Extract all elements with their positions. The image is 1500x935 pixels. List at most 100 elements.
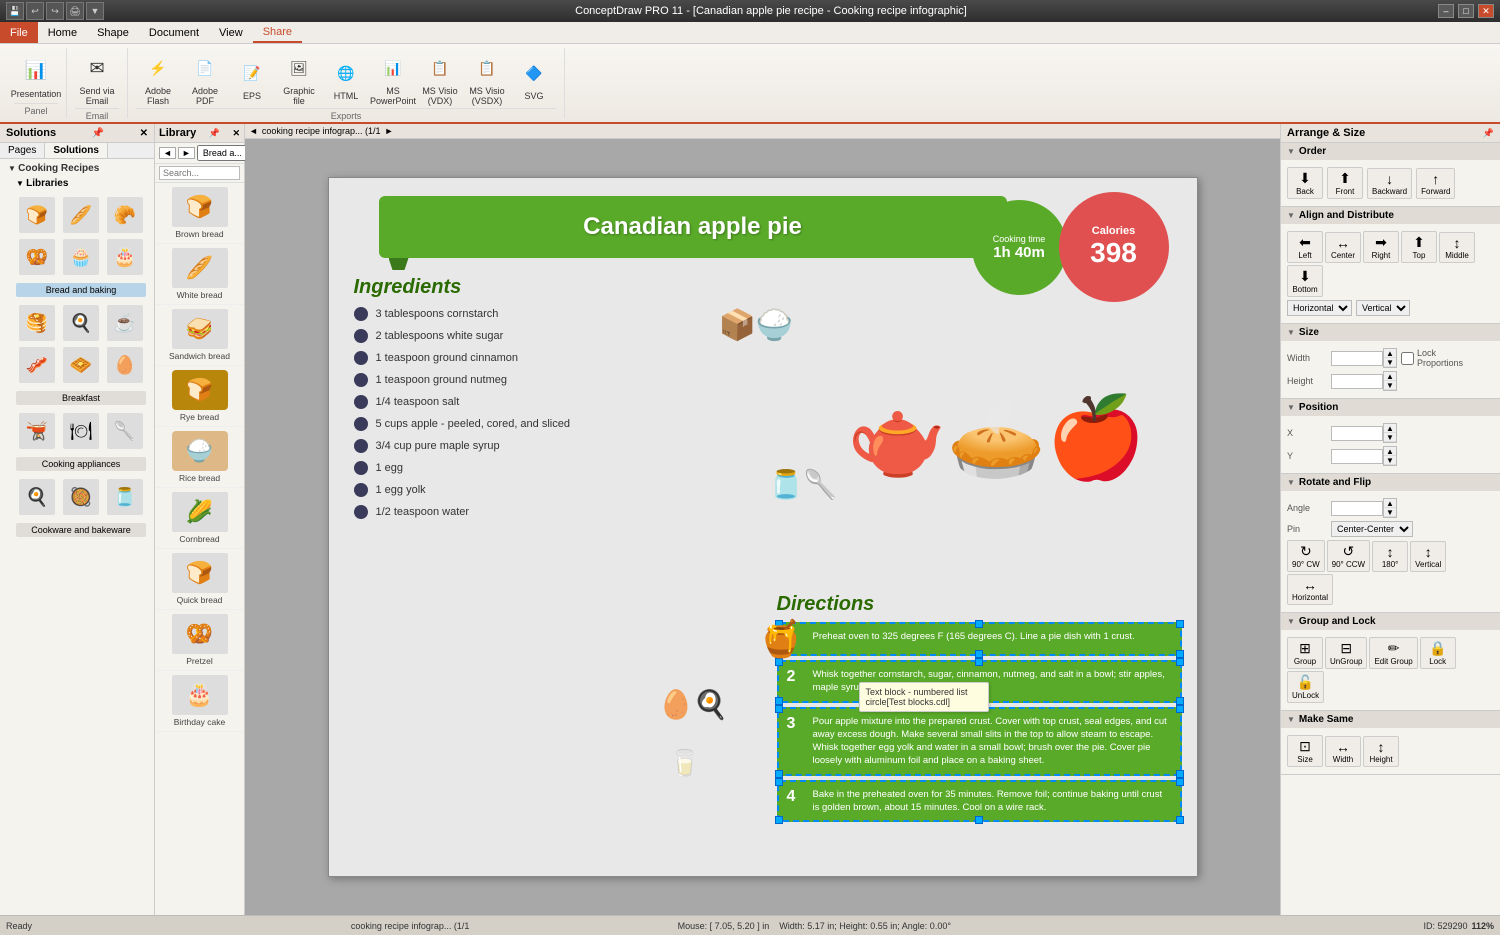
lib-nav-back[interactable]: ◄ — [159, 147, 176, 159]
lib-item-4[interactable]: 🥨 — [16, 237, 58, 277]
solutions-close[interactable]: ✕ — [140, 128, 148, 139]
lib-item-a3[interactable]: 🥄 — [104, 411, 146, 451]
edit-group-btn[interactable]: ✏ Edit Group — [1369, 637, 1417, 669]
ribbon-btn-send-email[interactable]: ✉ Send via Email — [75, 50, 119, 108]
height-spinner[interactable]: ▲▼ — [1383, 371, 1397, 391]
solutions-pin[interactable]: 📌 — [92, 128, 104, 139]
section-appliances[interactable]: Cooking appliances — [16, 457, 146, 471]
lib-item-b1[interactable]: 🥞 — [16, 303, 58, 343]
lib-item-a1[interactable]: 🫕 — [16, 411, 58, 451]
ribbon-btn-eps[interactable]: 📝 EPS — [230, 55, 274, 103]
x-spinner[interactable]: ▲▼ — [1383, 423, 1397, 443]
horizontal-dropdown[interactable]: Horizontal — [1287, 300, 1352, 316]
section-breakfast[interactable]: Breakfast — [16, 391, 146, 405]
width-input[interactable]: 5.17 in — [1331, 351, 1383, 366]
canvas-wrapper[interactable]: Canadian apple pie Cooking time 1h 40m C… — [245, 139, 1280, 915]
lock-proportions-checkbox[interactable] — [1401, 352, 1414, 365]
canvas-nav-prev[interactable]: ◄ — [249, 126, 258, 136]
lib-item-2[interactable]: 🥖 — [60, 195, 102, 235]
menu-view[interactable]: View — [209, 22, 253, 43]
minimize-button[interactable]: – — [1438, 4, 1454, 18]
lib-list-item-cornbread[interactable]: 🌽 Cornbread — [155, 488, 244, 549]
lib-item-b5[interactable]: 🧇 — [60, 345, 102, 385]
pin-dropdown[interactable]: Center-Center — [1331, 521, 1413, 537]
tab-pages[interactable]: Pages — [0, 143, 45, 158]
align-center-btn[interactable]: ↔ Center — [1325, 232, 1361, 263]
y-spinner[interactable]: ▲▼ — [1383, 446, 1397, 466]
order-title[interactable]: Order — [1281, 143, 1500, 160]
lib-item-6[interactable]: 🎂 — [104, 237, 146, 277]
lib-item-a2[interactable]: 🍽 — [60, 411, 102, 451]
align-top-btn[interactable]: ⬆ Top — [1401, 231, 1437, 263]
quick-access-redo[interactable]: ↪ — [46, 2, 64, 20]
make-same-title[interactable]: Make Same — [1281, 711, 1500, 728]
order-backward-btn[interactable]: ↓ Backward — [1367, 168, 1412, 199]
menu-share[interactable]: Share — [253, 22, 302, 43]
make-same-height-btn[interactable]: ↕ Height — [1363, 736, 1399, 767]
direction-item-2[interactable]: 2 Whisk together cornstarch, sugar, cinn… — [777, 660, 1182, 703]
ribbon-btn-graphic[interactable]: 🖼 Graphic file — [277, 50, 321, 108]
section-bread-baking[interactable]: Bread and baking — [16, 283, 146, 297]
unlock-btn[interactable]: 🔓 UnLock — [1287, 671, 1324, 703]
lib-item-b4[interactable]: 🥓 — [16, 345, 58, 385]
ribbon-btn-adobe-pdf[interactable]: 📄 Adobe PDF — [183, 50, 227, 108]
size-title[interactable]: Size — [1281, 324, 1500, 341]
rotate-title[interactable]: Rotate and Flip — [1281, 474, 1500, 491]
lib-item-b6[interactable]: 🥚 — [104, 345, 146, 385]
menu-file[interactable]: File — [0, 22, 38, 43]
flip-horizontal-btn[interactable]: ↔ Horizontal — [1287, 574, 1333, 605]
rotate-180-btn[interactable]: ↕ 180° — [1372, 541, 1408, 572]
angle-spinner[interactable]: ▲▼ — [1383, 498, 1397, 518]
lib-item-3[interactable]: 🥐 — [104, 195, 146, 235]
rotate-90ccw-btn[interactable]: ↺ 90° CCW — [1327, 540, 1370, 572]
align-title[interactable]: Align and Distribute — [1281, 207, 1500, 224]
lib-list-item-pretzel[interactable]: 🥨 Pretzel — [155, 610, 244, 671]
lib-item-c1[interactable]: 🍳 — [16, 477, 58, 517]
restore-button[interactable]: □ — [1458, 4, 1474, 18]
ribbon-btn-svg[interactable]: 🔷 SVG — [512, 55, 556, 103]
make-same-size-btn[interactable]: ⊡ Size — [1287, 735, 1323, 767]
lib-list-item-brown-bread[interactable]: 🍞 Brown bread — [155, 183, 244, 244]
lib-list-item-rye-bread[interactable]: 🍞 Rye bread — [155, 366, 244, 427]
y-input[interactable]: 4.62 in — [1331, 449, 1383, 464]
canvas[interactable]: Canadian apple pie Cooking time 1h 40m C… — [328, 177, 1198, 877]
close-button[interactable]: ✕ — [1478, 4, 1494, 18]
ribbon-btn-html[interactable]: 🌐 HTML — [324, 55, 368, 103]
lib-list-item-birthday-cake[interactable]: 🎂 Birthday cake — [155, 671, 244, 732]
arrange-pin[interactable]: 📌 — [1483, 128, 1494, 139]
lib-item-1[interactable]: 🍞 — [16, 195, 58, 235]
library-close[interactable]: ✕ — [232, 128, 240, 139]
flip-vertical-btn[interactable]: ↕ Vertical — [1410, 541, 1446, 572]
lib-list-item-rice-bread[interactable]: 🍚 Rice bread — [155, 427, 244, 488]
libraries-title[interactable]: Libraries — [12, 176, 150, 191]
lib-item-b2[interactable]: 🍳 — [60, 303, 102, 343]
vertical-dropdown[interactable]: Vertical — [1356, 300, 1410, 316]
width-spinner[interactable]: ▲▼ — [1383, 348, 1397, 368]
ribbon-btn-ms-ppt[interactable]: 📊 MS PowerPoint — [371, 50, 415, 108]
quick-access-print[interactable]: 🖨 — [66, 2, 84, 20]
lib-nav-forward[interactable]: ► — [178, 147, 195, 159]
quick-access-undo[interactable]: ↩ — [26, 2, 44, 20]
lib-item-c2[interactable]: 🥘 — [60, 477, 102, 517]
menu-document[interactable]: Document — [139, 22, 209, 43]
cooking-recipes-title[interactable]: Cooking Recipes — [4, 161, 150, 176]
ungroup-btn[interactable]: ⊟ UnGroup — [1325, 637, 1367, 669]
menu-home[interactable]: Home — [38, 22, 87, 43]
order-forward-btn[interactable]: ↑ Forward — [1416, 168, 1455, 199]
lib-list-item-quick-bread[interactable]: 🍞 Quick bread — [155, 549, 244, 610]
lib-item-c3[interactable]: 🫙 — [104, 477, 146, 517]
order-front-btn[interactable]: ⬆ Front — [1327, 167, 1363, 199]
lib-list-item-white-bread[interactable]: 🥖 White bread — [155, 244, 244, 305]
lib-item-b3[interactable]: ☕ — [104, 303, 146, 343]
position-title[interactable]: Position — [1281, 399, 1500, 416]
section-cookware[interactable]: Cookware and bakeware — [16, 523, 146, 537]
recipe-header-banner[interactable]: Canadian apple pie — [379, 196, 1007, 258]
library-search-input[interactable] — [159, 166, 240, 180]
ribbon-btn-adobe-flash[interactable]: ⚡ Adobe Flash — [136, 50, 180, 108]
align-left-btn[interactable]: ⬅ Left — [1287, 231, 1323, 263]
ribbon-btn-ms-visio-vsdx[interactable]: 📋 MS Visio (VSDX) — [465, 50, 509, 108]
direction-item-1[interactable]: 1 Preheat oven to 325 degrees F (165 deg… — [777, 622, 1182, 656]
lib-item-5[interactable]: 🧁 — [60, 237, 102, 277]
ribbon-btn-presentation[interactable]: 📊 Presentation — [14, 53, 58, 101]
library-pin[interactable]: 📌 — [209, 128, 220, 139]
